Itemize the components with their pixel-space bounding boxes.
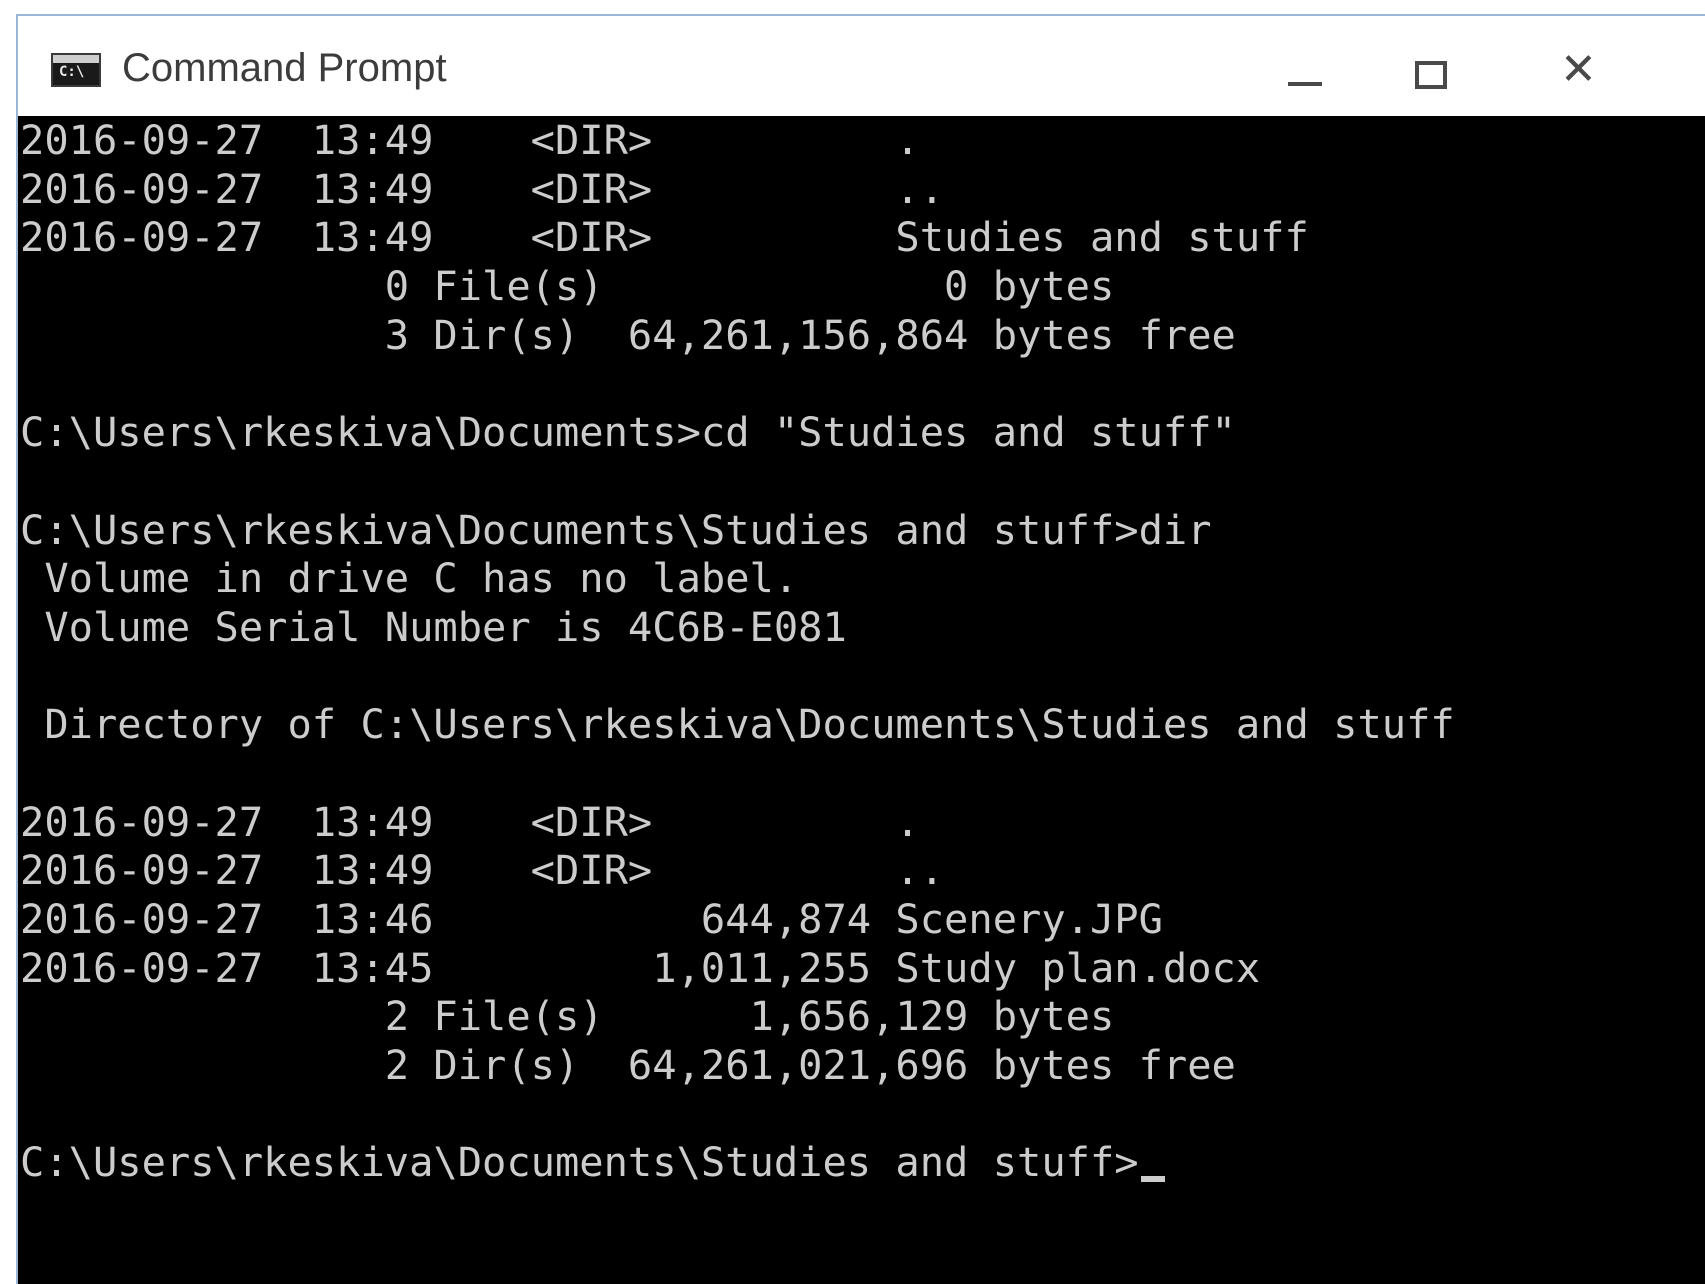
console-line: 2 Dir(s) 64,261,021,696 bytes free: [20, 1041, 1236, 1090]
console-line: Volume Serial Number is 4C6B-E081: [20, 602, 847, 651]
console-output[interactable]: 2016-09-27 13:49 <DIR> . 2016-09-27 13:4…: [18, 116, 1705, 1284]
maximize-icon: [1415, 61, 1447, 89]
minimize-icon: [1288, 82, 1322, 86]
console-line: 0 File(s) 0 bytes: [20, 262, 1115, 311]
console-line: 2016-09-27 13:49 <DIR> ..: [20, 846, 945, 895]
minimize-button[interactable]: [1248, 34, 1368, 104]
window-title: Command Prompt: [122, 46, 447, 90]
close-button[interactable]: ✕: [1508, 34, 1628, 104]
command-prompt-window: C:\ Command Prompt ✕ 2016-09-27 13:49 <D…: [16, 14, 1705, 1284]
console-line: 2016-09-27 13:49 <DIR> ..: [20, 164, 945, 213]
console-line: 2016-09-27 13:49 <DIR> .: [20, 797, 920, 846]
title-bar[interactable]: C:\ Command Prompt ✕: [18, 16, 1705, 124]
text-cursor: [1140, 1176, 1165, 1183]
console-line: C:\Users\rkeskiva\Documents\Studies and …: [20, 505, 1212, 554]
console-line: 2016-09-27 13:49 <DIR> Studies and stuff: [20, 213, 1309, 262]
cmd-icon-glyph: C:\: [59, 64, 85, 80]
console-line: Volume in drive C has no label.: [20, 554, 799, 603]
prompt-text: C:\Users\rkeskiva\Documents\Studies and …: [20, 1138, 1139, 1187]
close-icon: ✕: [1560, 44, 1597, 95]
console-line: C:\Users\rkeskiva\Documents>cd "Studies …: [20, 408, 1236, 457]
maximize-button[interactable]: [1373, 34, 1493, 104]
console-line: 2016-09-27 13:46 644,874 Scenery.JPG: [20, 895, 1163, 943]
cmd-icon-bar: [53, 55, 99, 63]
console-line: 2016-09-27 13:49 <DIR> .: [20, 116, 920, 164]
console-line: 3 Dir(s) 64,261,156,864 bytes free: [20, 310, 1236, 359]
prompt-line[interactable]: C:\Users\rkeskiva\Documents\Studies and …: [20, 1138, 1705, 1187]
console-line: 2016-09-27 13:45 1,011,255 Study plan.do…: [20, 943, 1261, 992]
console-line: Directory of C:\Users\rkeskiva\Documents…: [20, 700, 1455, 749]
console-line: 2 File(s) 1,656,129 bytes: [20, 992, 1115, 1041]
cmd-icon: C:\: [51, 53, 101, 87]
